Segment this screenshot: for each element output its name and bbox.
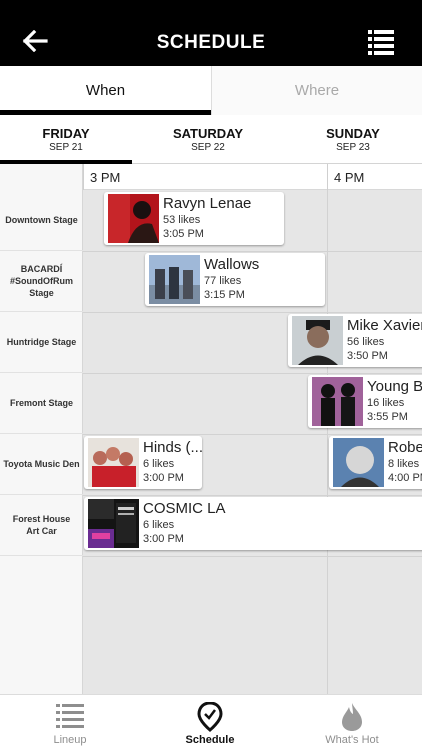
row-divider	[83, 373, 422, 374]
row-divider	[83, 434, 422, 435]
nav-schedule[interactable]: Schedule	[160, 695, 260, 750]
event-card[interactable]: Young Bo 16 likes 3:55 PM	[308, 375, 422, 428]
schedule-grid[interactable]: Ravyn Lenae 53 likes 3:05 PM Wallows 77 …	[83, 190, 422, 694]
stage-label-bacardi: BACARDÍ #SoundOfRum Stage	[0, 251, 83, 312]
page-title: SCHEDULE	[156, 32, 266, 53]
stage-label-toyota: Toyota Music Den	[0, 434, 83, 495]
row-divider	[83, 251, 422, 252]
tab-saturday[interactable]: SATURDAY SEP 22	[142, 115, 274, 164]
event-card[interactable]: Rober 8 likes 4:00 PM	[329, 436, 422, 489]
artist-name: Hinds (...	[143, 439, 202, 456]
artist-photo	[312, 377, 363, 426]
stage-label-forest-house: Forest House Art Car	[0, 495, 83, 556]
day-date: SEP 21	[49, 142, 83, 153]
start-time: 3:05 PM	[163, 228, 204, 240]
tab-sunday[interactable]: SUNDAY SEP 23	[290, 115, 416, 164]
likes-count: 56 likes	[347, 336, 385, 348]
artist-photo	[88, 499, 139, 548]
map-pin-icon	[197, 702, 223, 732]
artist-photo	[292, 316, 343, 365]
artist-name: Wallows	[204, 256, 260, 273]
event-card[interactable]: COSMIC LA 6 likes 3:00 PM	[84, 497, 422, 550]
time-ruler: 3 PM 4 PM	[83, 164, 422, 190]
hour-gridline	[327, 190, 328, 694]
nav-label: Lineup	[53, 734, 87, 746]
time-tick: 4 PM	[327, 164, 364, 190]
artist-photo	[149, 255, 200, 304]
likes-count: 77 likes	[204, 275, 242, 287]
nav-label: What's Hot	[325, 734, 379, 746]
event-card[interactable]: Hinds (... 6 likes 3:00 PM	[84, 436, 202, 489]
day-date: SEP 23	[336, 142, 370, 153]
nav-label: Schedule	[185, 734, 235, 746]
row-divider	[83, 495, 422, 496]
tab-when[interactable]: When	[0, 66, 211, 115]
view-toggle: When Where	[0, 66, 422, 115]
day-name: SATURDAY	[172, 126, 244, 141]
artist-name: Rober	[388, 439, 422, 456]
tab-friday[interactable]: FRIDAY SEP 21	[0, 115, 132, 164]
artist-photo	[333, 438, 384, 487]
app-header: SCHEDULE	[0, 0, 422, 66]
row-divider	[83, 556, 422, 557]
stage-column: Downtown Stage BACARDÍ #SoundOfRum Stage…	[0, 164, 83, 694]
stage-label-downtown: Downtown Stage	[0, 190, 83, 251]
start-time: 3:00 PM	[143, 472, 184, 484]
flame-icon	[342, 703, 362, 731]
stage-label-huntridge: Huntridge Stage	[0, 312, 83, 373]
artist-photo	[108, 194, 159, 243]
likes-count: 6 likes	[143, 458, 175, 470]
row-divider	[83, 312, 422, 313]
day-date: SEP 22	[191, 142, 225, 153]
likes-count: 16 likes	[367, 397, 405, 409]
artist-name: Ravyn Lenae	[163, 195, 252, 212]
start-time: 4:00 PM	[388, 472, 422, 484]
artist-name: Young Bo	[367, 378, 422, 395]
day-tabs: FRIDAY SEP 21 SATURDAY SEP 22 SUNDAY SEP…	[0, 115, 422, 164]
bottom-nav: Lineup Schedule What's Hot	[0, 694, 422, 750]
event-card[interactable]: Wallows 77 likes 3:15 PM	[145, 253, 325, 306]
start-time: 3:50 PM	[347, 350, 388, 362]
start-time: 3:15 PM	[204, 289, 245, 301]
nav-lineup[interactable]: Lineup	[20, 695, 120, 750]
time-tick: 3 PM	[83, 164, 120, 190]
artist-name: Mike Xavier	[347, 317, 422, 334]
day-name: SUNDAY	[326, 126, 380, 141]
list-view-button[interactable]	[368, 29, 394, 55]
list-icon	[56, 704, 84, 728]
list-icon	[368, 30, 394, 55]
event-card[interactable]: Mike Xavier 56 likes 3:50 PM	[288, 314, 422, 367]
likes-count: 8 likes	[388, 458, 420, 470]
artist-name: COSMIC LA	[143, 500, 226, 517]
event-card[interactable]: Ravyn Lenae 53 likes 3:05 PM	[104, 192, 284, 245]
day-name: FRIDAY	[42, 126, 90, 141]
stage-label-fremont: Fremont Stage	[0, 373, 83, 434]
likes-count: 6 likes	[143, 519, 175, 531]
start-time: 3:00 PM	[143, 533, 184, 545]
nav-whats-hot[interactable]: What's Hot	[302, 695, 402, 750]
likes-count: 53 likes	[163, 214, 201, 226]
artist-photo	[88, 438, 139, 487]
tab-where[interactable]: Where	[211, 66, 422, 115]
start-time: 3:55 PM	[367, 411, 408, 423]
